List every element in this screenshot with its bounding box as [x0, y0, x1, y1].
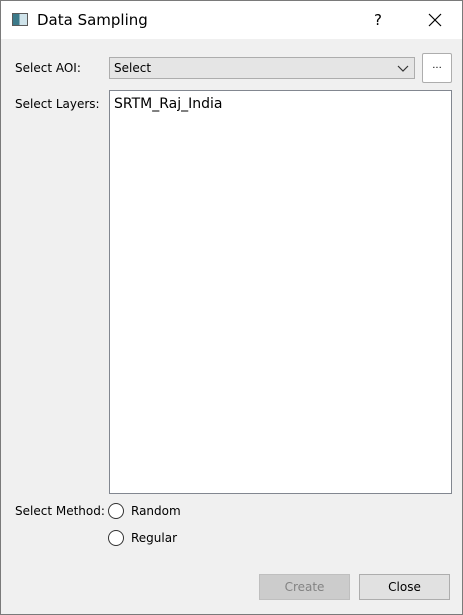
- data-sampling-dialog: Data Sampling ? Select AOI: Select ... S…: [0, 0, 463, 615]
- list-item[interactable]: SRTM_Raj_India: [114, 96, 222, 112]
- close-button[interactable]: Close: [359, 574, 450, 600]
- create-button[interactable]: Create: [259, 574, 350, 600]
- close-icon: [428, 13, 442, 27]
- aoi-label: Select AOI:: [15, 61, 81, 75]
- regular-radio-label[interactable]: Regular: [131, 531, 177, 545]
- close-window-button[interactable]: [417, 1, 453, 39]
- layers-label: Select Layers:: [15, 97, 100, 111]
- method-label: Select Method:: [15, 504, 105, 518]
- layers-list[interactable]: SRTM_Raj_India: [109, 90, 452, 494]
- browse-aoi-button[interactable]: ...: [422, 53, 452, 83]
- help-button[interactable]: ?: [363, 1, 393, 39]
- title-bar: Data Sampling ?: [1, 1, 462, 39]
- app-window-icon: [12, 13, 28, 26]
- aoi-select-value: Select: [114, 61, 152, 75]
- window-title: Data Sampling: [37, 11, 148, 29]
- aoi-select[interactable]: Select: [109, 57, 415, 79]
- random-radio[interactable]: [108, 503, 124, 519]
- random-radio-label[interactable]: Random: [131, 504, 181, 518]
- chevron-down-icon: [397, 65, 409, 72]
- regular-radio[interactable]: [108, 530, 124, 546]
